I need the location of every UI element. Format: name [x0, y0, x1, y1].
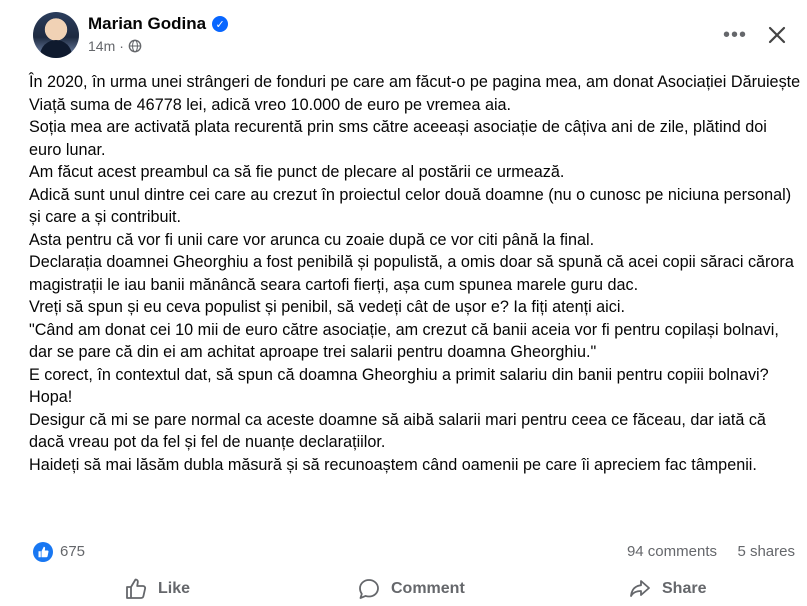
post-paragraph: În 2020, în urma unei strângeri de fondu… [29, 73, 801, 114]
post-paragraph: Hopa! [29, 388, 73, 406]
post-stats: 675 94 comments 5 shares [33, 540, 801, 566]
post-text: În 2020, în urma unei strângeri de fondu… [29, 71, 801, 476]
like-label: Like [158, 580, 191, 597]
post-paragraph: Am făcut acest preambul ca să fie punct … [29, 163, 565, 181]
thumbs-up-icon [126, 578, 147, 599]
shares-count[interactable]: 5 shares [737, 543, 795, 560]
post-paragraph: Asta pentru că vor fi unii care vor arun… [29, 230, 595, 249]
close-button[interactable] [760, 18, 794, 52]
like-reaction-icon[interactable] [33, 542, 53, 562]
share-button[interactable]: Share [628, 574, 706, 604]
meta-separator: · [119, 38, 124, 54]
post-paragraph: E corect, în contextul dat, să spun că d… [29, 365, 769, 384]
author-name[interactable]: Marian Godina [88, 14, 206, 34]
reaction-count[interactable]: 675 [60, 543, 85, 560]
globe-icon [128, 39, 142, 53]
more-options-button[interactable]: ••• [718, 18, 752, 52]
comments-count[interactable]: 94 comments [627, 543, 717, 560]
comment-button[interactable]: Comment [357, 574, 465, 604]
verified-badge-icon: ✓ [212, 16, 229, 32]
more-options-icon: ••• [722, 23, 747, 46]
post-paragraph: "Când am donat cei 10 mii de euro către … [29, 320, 779, 362]
comment-label: Comment [391, 580, 465, 597]
post-paragraph: Vreți să spun și eu ceva populist și pen… [29, 298, 625, 316]
post-paragraph: Declarația doamnei Gheorghiu a fost peni… [29, 253, 794, 294]
like-button[interactable]: Like [124, 574, 190, 604]
post-paragraph: Desigur că mi se pare normal ca aceste d… [29, 410, 766, 452]
author-row: Marian Godina ✓ [88, 14, 229, 34]
share-arrow-icon [630, 580, 650, 597]
post-paragraph: Haideți să mai lăsăm dubla măsură și să … [29, 455, 757, 474]
action-bar: Like Comment Share [0, 570, 807, 606]
author-avatar[interactable] [33, 12, 79, 58]
comment-bubble-icon [359, 579, 379, 599]
post-header: Marian Godina ✓ 14m · ••• [0, 0, 807, 70]
post-time[interactable]: 14m [88, 38, 115, 54]
post-paragraph: Adică sunt unul dintre cei care au crezu… [29, 185, 792, 227]
post-paragraph: Soția mea are activată plata recurentă p… [29, 118, 767, 159]
post-meta: 14m · [88, 38, 142, 54]
share-label: Share [662, 580, 707, 597]
close-icon [768, 26, 786, 44]
